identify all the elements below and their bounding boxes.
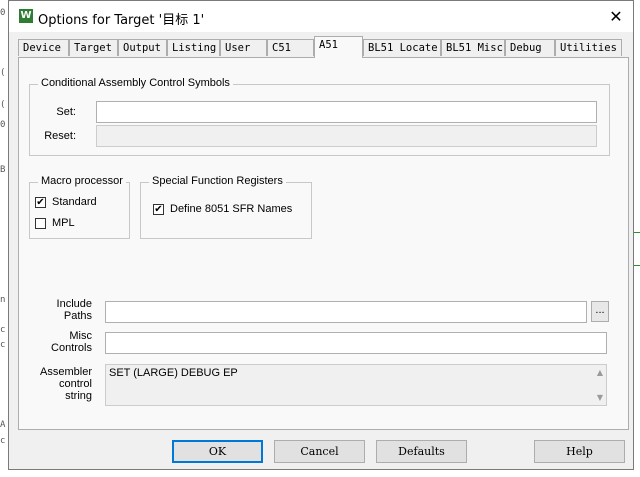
- set-input[interactable]: [96, 101, 597, 123]
- assembler-control-string: SET (LARGE) DEBUG EP ▲ ▼: [105, 364, 607, 406]
- mpl-label: MPL: [52, 217, 75, 229]
- bg-fragment: (: [0, 100, 6, 110]
- sfr-group: Special Function Registers ✔ Define 8051…: [140, 175, 312, 239]
- uvision-icon: W: [19, 9, 33, 23]
- close-icon[interactable]: ✕: [599, 1, 633, 32]
- tab-debug[interactable]: Debug: [505, 39, 555, 56]
- cancel-button[interactable]: Cancel: [274, 440, 365, 463]
- a51-panel: Conditional Assembly Control Symbols Set…: [18, 57, 629, 430]
- defaults-button[interactable]: Defaults: [376, 440, 467, 463]
- bg-fragment: c: [0, 340, 6, 350]
- mpl-checkbox[interactable]: [35, 218, 46, 229]
- tab-a51[interactable]: A51: [314, 36, 363, 58]
- conditional-assembly-group: Conditional Assembly Control Symbols Set…: [29, 77, 610, 156]
- tab-output[interactable]: Output: [118, 39, 167, 56]
- ok-button[interactable]: OK: [172, 440, 263, 463]
- tab-bl51-misc[interactable]: BL51 Misc: [441, 39, 505, 56]
- define-sfr-label: Define 8051 SFR Names: [170, 203, 293, 215]
- reset-label: Reset:: [44, 130, 76, 142]
- tab-target[interactable]: Target: [69, 39, 118, 56]
- include-paths-label: Include Paths: [56, 298, 92, 322]
- bg-fragment: B: [0, 165, 6, 175]
- bg-fragment: 0: [0, 8, 6, 18]
- bg-fragment: (: [0, 68, 6, 78]
- assembler-control-text: SET (LARGE) DEBUG EP: [109, 367, 238, 379]
- bg-fragment: n: [0, 295, 6, 305]
- macro-processor-group: Macro processor ✔ Standard MPL: [29, 175, 130, 239]
- tab-user[interactable]: User: [220, 39, 267, 56]
- misc-controls-label: Misc Controls: [51, 330, 92, 354]
- reset-input[interactable]: [96, 125, 597, 147]
- standard-checkbox[interactable]: ✔: [35, 197, 46, 208]
- browse-include-button[interactable]: ...: [591, 301, 609, 322]
- bg-fragment: A: [0, 420, 6, 430]
- sfr-legend: Special Function Registers: [149, 175, 286, 187]
- background-editor-edge: 0 ( ( 0 B n c c A c: [0, 0, 8, 477]
- help-button[interactable]: Help: [534, 440, 625, 463]
- assembler-control-label: Assembler control string: [40, 366, 92, 402]
- macro-processor-legend: Macro processor: [38, 175, 126, 187]
- bg-fragment: c: [0, 325, 6, 335]
- dialog-title: Options for Target '目标 1': [38, 13, 205, 28]
- tab-utilities[interactable]: Utilities: [555, 39, 622, 56]
- set-label: Set:: [56, 106, 76, 118]
- bg-fragment: c: [0, 436, 6, 446]
- title-bar[interactable]: W Options for Target '目标 1' ✕: [9, 1, 633, 32]
- misc-controls-input[interactable]: [105, 332, 607, 354]
- include-paths-input[interactable]: [105, 301, 587, 323]
- tab-device[interactable]: Device: [18, 39, 69, 56]
- define-sfr-checkbox[interactable]: ✔: [153, 204, 164, 215]
- tab-bl51-locate[interactable]: BL51 Locate: [363, 39, 441, 56]
- scroll-down-icon[interactable]: ▼: [597, 393, 603, 402]
- scroll-up-icon[interactable]: ▲: [597, 368, 603, 377]
- options-dialog: W Options for Target '目标 1' ✕ Device Tar…: [8, 0, 634, 470]
- standard-label: Standard: [52, 196, 97, 208]
- conditional-assembly-legend: Conditional Assembly Control Symbols: [38, 77, 233, 89]
- tab-c51[interactable]: C51: [267, 39, 314, 56]
- bg-fragment: 0: [0, 120, 6, 130]
- tab-listing[interactable]: Listing: [167, 39, 220, 56]
